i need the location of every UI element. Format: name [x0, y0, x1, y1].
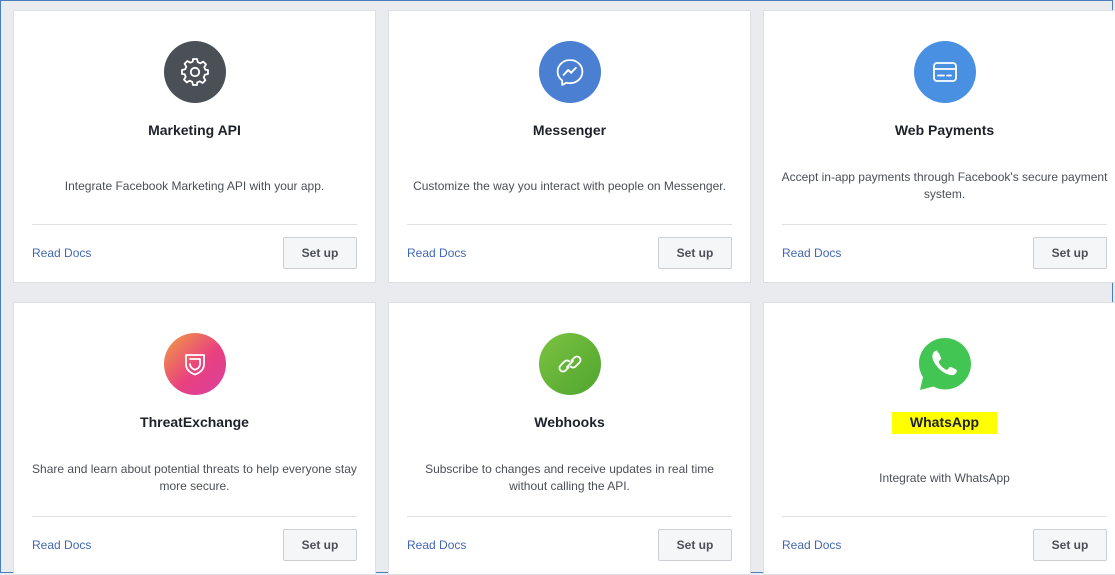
product-description: Customize the way you interact with peop…	[413, 178, 726, 193]
product-grid: Marketing API Integrate Facebook Marketi…	[13, 10, 1115, 575]
product-description: Share and learn about potential threats …	[32, 462, 357, 493]
divider	[407, 516, 732, 517]
product-description: Integrate with WhatsApp	[879, 470, 1010, 485]
product-title: Marketing API	[148, 122, 241, 138]
divider	[32, 516, 357, 517]
product-title: Messenger	[532, 122, 607, 138]
setup-button[interactable]: Set up	[1033, 529, 1107, 561]
highlighted-title: WhatsApp	[891, 412, 998, 434]
product-card-whatsapp: WhatsApp Integrate with WhatsApp Read Do…	[763, 302, 1115, 575]
product-title: Webhooks	[534, 414, 605, 430]
product-title: ThreatExchange	[140, 414, 249, 430]
read-docs-link[interactable]: Read Docs	[407, 246, 466, 260]
product-description: Accept in-app payments through Facebook'…	[781, 170, 1108, 201]
read-docs-link[interactable]: Read Docs	[782, 538, 841, 552]
product-card-webhooks: Webhooks Subscribe to changes and receiv…	[388, 302, 751, 575]
credit-card-icon	[913, 41, 976, 103]
read-docs-link[interactable]: Read Docs	[407, 538, 466, 552]
shield-icon	[163, 333, 226, 395]
divider	[782, 224, 1107, 225]
divider	[782, 516, 1107, 517]
setup-button[interactable]: Set up	[658, 529, 732, 561]
setup-button[interactable]: Set up	[283, 529, 357, 561]
product-description: Subscribe to changes and receive updates…	[425, 462, 714, 493]
setup-button[interactable]: Set up	[283, 237, 357, 269]
product-card-messenger: Messenger Customize the way you interact…	[388, 10, 751, 283]
product-title: WhatsApp	[764, 412, 1115, 434]
divider	[407, 224, 732, 225]
read-docs-link[interactable]: Read Docs	[782, 246, 841, 260]
read-docs-link[interactable]: Read Docs	[32, 246, 91, 260]
link-icon	[538, 333, 601, 395]
product-card-web-payments: Web Payments Accept in-app payments thro…	[763, 10, 1115, 283]
messenger-icon	[538, 41, 601, 103]
read-docs-link[interactable]: Read Docs	[32, 538, 91, 552]
setup-button[interactable]: Set up	[658, 237, 732, 269]
setup-button[interactable]: Set up	[1033, 237, 1107, 269]
product-card-threatexchange: ThreatExchange Share and learn about pot…	[13, 302, 376, 575]
gear-icon	[163, 41, 226, 103]
product-description: Integrate Facebook Marketing API with yo…	[64, 178, 325, 193]
divider	[32, 224, 357, 225]
whatsapp-icon	[914, 333, 976, 395]
product-title: Web Payments	[894, 122, 995, 138]
product-card-marketing-api: Marketing API Integrate Facebook Marketi…	[13, 10, 376, 283]
